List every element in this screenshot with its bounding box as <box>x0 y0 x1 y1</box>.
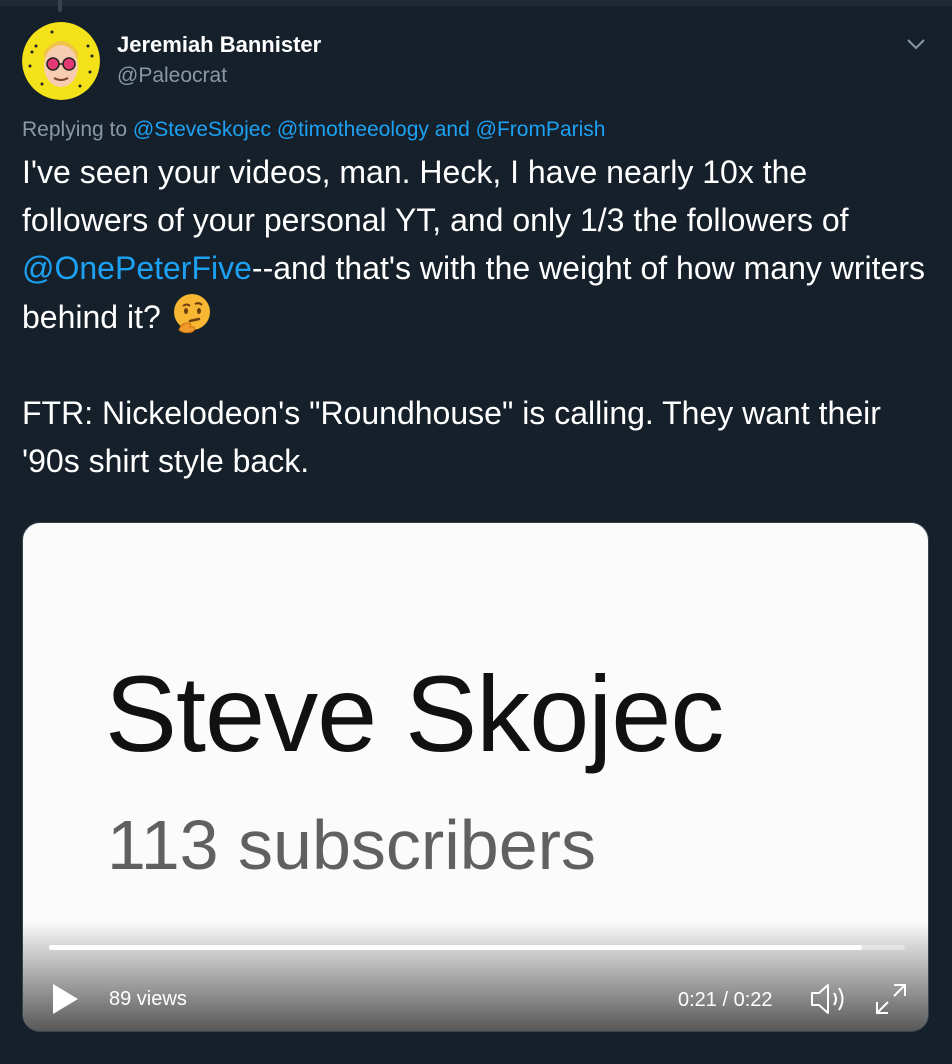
video-controls-gradient <box>23 921 928 1031</box>
video-channel-title: Steve Skojec <box>105 653 724 774</box>
tweet-paragraph: I've seen your videos, man. Heck, I have… <box>22 148 937 341</box>
volume-icon[interactable] <box>809 981 851 1017</box>
mention-link[interactable]: @OnePeterFive <box>22 250 252 286</box>
mention-link[interactable]: @timotheeology <box>277 118 429 141</box>
author-name[interactable]: Jeremiah Bannister <box>117 32 321 58</box>
more-options-chevron-icon[interactable] <box>902 30 930 58</box>
video-progress-fill <box>49 945 863 950</box>
replying-to-line: Replying to @SteveSkojec @timotheeology … <box>22 118 605 142</box>
video-view-count: 89 views <box>109 988 187 1010</box>
video-subscriber-count: 113 subscribers <box>107 806 596 884</box>
video-time: 0:21 / 0:22 <box>678 989 773 1011</box>
embedded-video[interactable]: Steve Skojec 113 subscribers 89 views 0:… <box>22 522 929 1032</box>
play-icon[interactable] <box>49 981 81 1017</box>
tweet-text-segment: I've seen your videos, man. Heck, I have… <box>22 154 849 238</box>
video-progress-bar[interactable] <box>49 945 905 950</box>
replying-to-label: Replying to <box>22 118 128 141</box>
tweet-paragraph: FTR: Nickelodeon's "Roundhouse" is calli… <box>22 395 881 479</box>
fullscreen-expand-icon[interactable] <box>873 981 909 1017</box>
mention-link[interactable]: @SteveSkojec <box>133 118 271 141</box>
avatar[interactable] <box>22 22 100 100</box>
avatar-image <box>22 22 100 100</box>
mention-link[interactable]: @FromParish <box>476 118 606 141</box>
tweet-text: I've seen your videos, man. Heck, I have… <box>22 148 937 485</box>
author-handle[interactable]: @Paleocrat <box>117 64 227 88</box>
mention-joiner: and <box>434 118 470 141</box>
thinking-face-emoji-icon <box>170 292 214 336</box>
thread-connector-line <box>58 0 62 12</box>
top-strip <box>0 0 952 6</box>
